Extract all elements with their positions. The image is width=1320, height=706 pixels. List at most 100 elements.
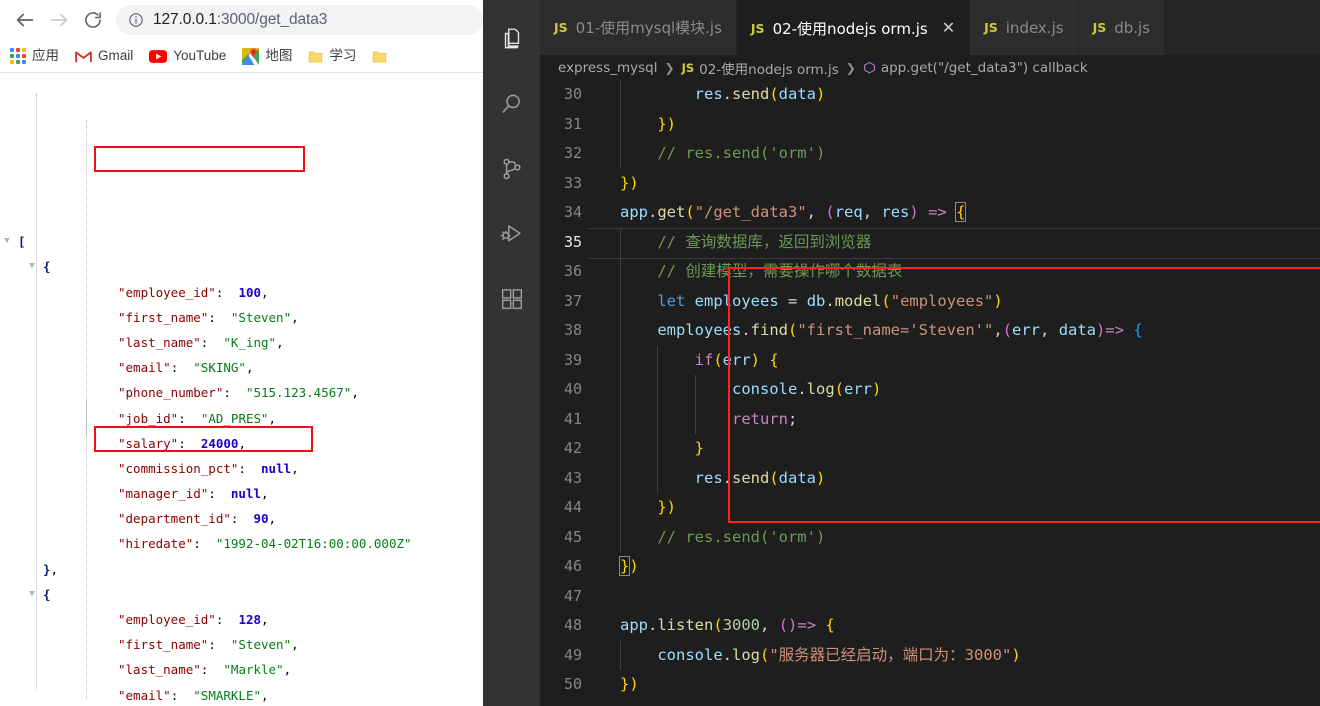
code-line[interactable]: 46}) <box>540 552 1320 582</box>
tab-index-js[interactable]: JS index.js <box>970 0 1079 55</box>
line-number: 36 <box>563 262 582 280</box>
activity-run-debug-button[interactable] <box>483 201 540 266</box>
json-line-content: "hiredate": "1992-04-02T16:00:00.000Z" <box>118 536 412 552</box>
code-line[interactable]: 32 // res.send('orm') <box>540 139 1320 169</box>
json-line: "phone_number": "515.123.4567", <box>0 380 483 405</box>
json-line-content: "job_id": "AD_PRES", <box>118 410 277 426</box>
tab-label: db.js <box>1114 18 1151 37</box>
json-response-viewer: ▼[▼{"employee_id": 100, "first_name": "St… <box>0 74 483 706</box>
screenshot-root: 127.0.0.1:3000/get_data3 应用 Gmail YouTub… <box>0 0 1320 706</box>
code-line[interactable]: 50}) <box>540 670 1320 700</box>
code-line[interactable]: 38 employees.find("first_name='Steven'",… <box>540 316 1320 346</box>
breadcrumb: express_mysql ❯ JS 02-使用nodejs orm.js ❯ … <box>540 55 1320 80</box>
code-line[interactable]: 34 app.get("/get_data3", (req, res) => { <box>540 198 1320 228</box>
code-line-text: // 查询数据库，返回到浏览器 <box>657 232 872 251</box>
code-line[interactable]: 48 app.listen(3000, ()=> { <box>540 611 1320 641</box>
json-collapse-triangle[interactable]: ▼ <box>25 254 39 279</box>
bookmark-folder-truncated[interactable] <box>372 49 393 64</box>
bookmark-label: 地图 <box>265 48 293 64</box>
code-line-text: app.get("/get_data3", (req, res) => { <box>620 202 967 222</box>
json-line: "employee_id": 100, <box>0 280 483 305</box>
address-bar[interactable]: 127.0.0.1:3000/get_data3 <box>116 5 483 35</box>
bookmark-apps[interactable]: 应用 <box>10 48 59 64</box>
json-collapse-triangle[interactable]: ▼ <box>0 229 14 254</box>
code-line[interactable]: 44 }) <box>540 493 1320 523</box>
line-number: 30 <box>563 85 582 103</box>
vscode-window: JS 01-使用mysql模块.js JS 02-使用nodejs orm.js… <box>483 0 1320 706</box>
line-number: 34 <box>563 203 582 221</box>
info-circle-icon[interactable] <box>128 12 144 28</box>
json-collapse-triangle[interactable]: ▼ <box>25 582 39 607</box>
code-line-text: console.log(err) <box>731 380 882 398</box>
gmail-icon <box>75 50 92 63</box>
code-line[interactable]: 45 // res.send('orm') <box>540 522 1320 552</box>
code-line[interactable]: 33}) <box>540 169 1320 199</box>
tab-01-mysql-module[interactable]: JS 01-使用mysql模块.js <box>540 0 737 55</box>
code-line-text: // res.send('orm') <box>657 144 826 162</box>
bookmark-maps[interactable]: 地图 <box>242 47 293 65</box>
bookmark-youtube[interactable]: YouTube <box>149 49 226 63</box>
json-line-content: "phone_number": "515.123.4567", <box>118 385 359 401</box>
breadcrumb-symbol[interactable]: app.get("/get_data3") callback <box>881 60 1088 76</box>
code-line[interactable]: 49 console.log("服务器已经启动，端口为：3000") <box>540 640 1320 670</box>
tab-db-js[interactable]: JS db.js <box>1078 0 1166 55</box>
bookmark-folder-study[interactable]: 学习 <box>308 49 356 64</box>
code-line[interactable]: 30 res.send(data) <box>540 80 1320 110</box>
reload-icon <box>85 12 101 28</box>
activity-source-control-button[interactable] <box>483 136 540 201</box>
annotation-box-first-name-1 <box>94 146 305 172</box>
code-line[interactable]: 40 console.log(err) <box>540 375 1320 405</box>
activity-extensions-button[interactable] <box>483 266 540 331</box>
back-button[interactable] <box>8 3 42 37</box>
js-file-icon: JS <box>681 60 695 75</box>
code-line-text: let employees = db.model("employees") <box>657 291 1003 310</box>
json-line: }, <box>0 557 483 582</box>
activity-bar <box>483 0 540 706</box>
source-control-icon <box>502 158 521 179</box>
code-line[interactable]: 43 res.send(data) <box>540 463 1320 493</box>
line-number: 50 <box>563 675 582 693</box>
line-number: 42 <box>563 439 582 457</box>
code-line[interactable]: 31 }) <box>540 109 1320 139</box>
code-line[interactable]: 39 if(err) { <box>540 345 1320 375</box>
breadcrumb-folder[interactable]: express_mysql <box>558 60 658 76</box>
code-editor[interactable]: 30 res.send(data) 31 }) 32 // res.send('or… <box>540 80 1320 706</box>
code-lines: 30 res.send(data) 31 }) 32 // res.send('or… <box>540 80 1320 700</box>
activity-search-button[interactable] <box>483 71 540 136</box>
code-line-text: console.log("服务器已经启动，端口为：3000") <box>657 645 1021 664</box>
line-number: 44 <box>563 498 582 516</box>
code-line-text: res.send(data) <box>694 85 826 103</box>
json-line-content: "employee_id": 100, <box>118 284 269 300</box>
line-number: 41 <box>563 409 582 428</box>
code-line[interactable]: 47 <box>540 582 1320 612</box>
url-text: 127.0.0.1:3000/get_data3 <box>153 11 327 29</box>
code-line[interactable]: 37 let employees = db.model("employees") <box>540 286 1320 316</box>
activity-explorer-button[interactable] <box>483 6 540 71</box>
code-line[interactable]: 42 } <box>540 434 1320 464</box>
browser-toolbar: 127.0.0.1:3000/get_data3 <box>0 0 483 40</box>
tab-02-nodejs-orm[interactable]: JS 02-使用nodejs orm.js ✕ <box>736 0 971 55</box>
close-icon[interactable]: ✕ <box>942 20 955 36</box>
json-line: "email": "SKING", <box>0 355 483 380</box>
line-number: 37 <box>563 291 582 310</box>
code-line[interactable]: 36 // 创建模型，需要操作哪个数据表 <box>540 257 1320 287</box>
code-line[interactable]: 41 return; <box>540 404 1320 434</box>
code-line[interactable]: 35 // 查询数据库，返回到浏览器 <box>540 227 1320 259</box>
line-number: 48 <box>563 616 582 634</box>
code-line-text: if(err) { <box>694 350 779 369</box>
forward-button[interactable] <box>42 3 76 37</box>
json-line: "first_name": "Steven", <box>0 632 483 657</box>
js-file-icon: JS <box>750 20 765 36</box>
run-and-debug-icon <box>500 224 521 241</box>
json-line: "hiredate": "1992-04-02T16:00:00.000Z" <box>0 531 483 556</box>
json-line-content: "commission_pct": null, <box>118 460 299 476</box>
bookmark-gmail[interactable]: Gmail <box>75 49 133 63</box>
folder-icon <box>308 49 323 64</box>
js-file-icon: JS <box>554 20 568 35</box>
code-line-text: app.listen(3000, ()=> { <box>620 616 835 634</box>
search-icon <box>502 94 520 113</box>
reload-button[interactable] <box>76 3 110 37</box>
json-line: "department_id": 90, <box>0 506 483 531</box>
tab-label: 02-使用nodejs orm.js <box>772 19 928 38</box>
breadcrumb-file[interactable]: 02-使用nodejs orm.js <box>699 58 839 78</box>
